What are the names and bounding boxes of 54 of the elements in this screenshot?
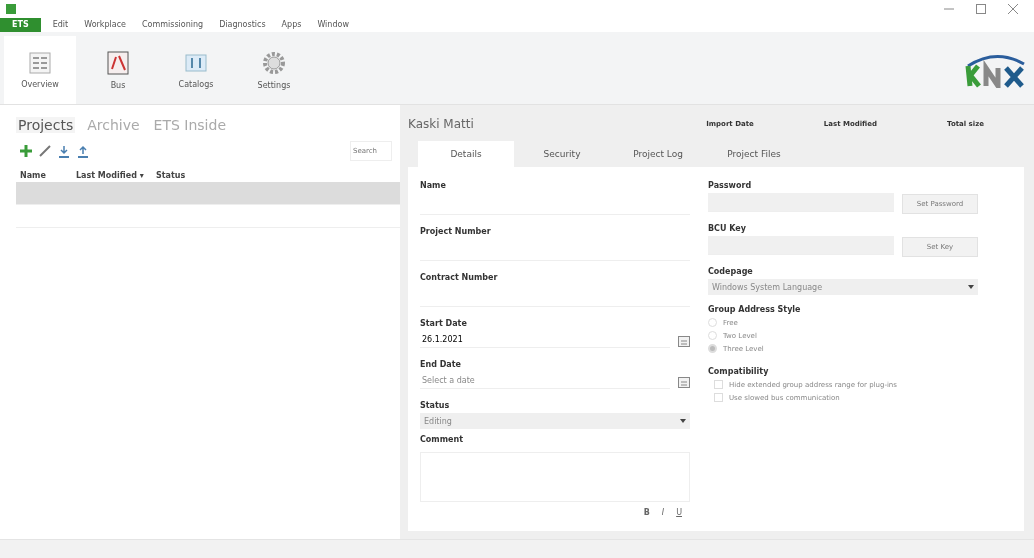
gear-icon: [262, 50, 286, 75]
menu-item[interactable]: Commissioning: [137, 18, 208, 32]
caret-icon: [968, 285, 974, 289]
ribbon-button[interactable]: Settings: [238, 36, 310, 104]
field-label: Comment: [420, 435, 464, 444]
format-button[interactable]: B: [643, 508, 650, 517]
add-icon[interactable]: [20, 145, 32, 157]
grid-icon: [29, 51, 51, 74]
field-label: Group Address Style: [708, 305, 802, 314]
field-label: Contract Number: [420, 273, 499, 282]
caret-icon: [680, 419, 686, 423]
field-label: BCU Key: [708, 224, 747, 233]
menu-item[interactable]: Apps: [277, 18, 306, 32]
checkbox[interactable]: [714, 380, 723, 389]
bus-icon: [107, 50, 129, 75]
ribbon-button[interactable]: Bus: [82, 36, 154, 104]
field-label: Status: [420, 401, 451, 410]
field-label: Codepage: [708, 267, 754, 276]
column-header[interactable]: Last Modified ▾: [76, 171, 156, 180]
field-label: Project Number: [420, 227, 492, 236]
ribbon-button[interactable]: Overview: [4, 36, 76, 104]
menu-item[interactable]: ETS: [0, 18, 41, 32]
project-title: Kaski Matti: [408, 117, 474, 131]
field-label: Name: [420, 181, 447, 190]
project-row[interactable]: [16, 182, 400, 205]
import-icon[interactable]: [58, 144, 70, 158]
details-tab[interactable]: Project Log: [610, 141, 706, 167]
field-label: Start Date: [420, 319, 468, 328]
menu-item[interactable]: Edit: [48, 18, 73, 32]
field-label: Password: [708, 181, 753, 190]
format-button[interactable]: I: [661, 508, 665, 517]
column-header[interactable]: Status: [156, 171, 186, 180]
maximize-icon[interactable]: [976, 4, 986, 14]
catalog-icon: [185, 51, 207, 74]
export-icon[interactable]: [77, 144, 89, 158]
calendar-icon[interactable]: [678, 335, 690, 347]
details-tab[interactable]: Details: [418, 141, 514, 167]
checkbox[interactable]: [714, 393, 723, 402]
panel-tab[interactable]: Projects: [16, 117, 76, 133]
radio-button[interactable]: [708, 344, 717, 353]
field-label: End Date: [420, 360, 462, 369]
format-button[interactable]: U: [676, 508, 682, 517]
calendar-icon[interactable]: [678, 376, 690, 388]
menu-item[interactable]: Workplace: [80, 18, 130, 32]
details-tab[interactable]: Security: [514, 141, 610, 167]
ribbon-button[interactable]: Catalogs: [160, 36, 232, 104]
close-icon[interactable]: [1008, 4, 1018, 14]
pencil-icon[interactable]: [39, 145, 51, 157]
details-tab[interactable]: Project Files: [706, 141, 802, 167]
app-icon: [6, 4, 16, 14]
menu-item[interactable]: Window: [313, 18, 353, 32]
field-label: Compatibility: [708, 367, 770, 376]
menu-item[interactable]: Diagnostics: [215, 18, 270, 32]
column-header[interactable]: Name: [20, 171, 76, 180]
